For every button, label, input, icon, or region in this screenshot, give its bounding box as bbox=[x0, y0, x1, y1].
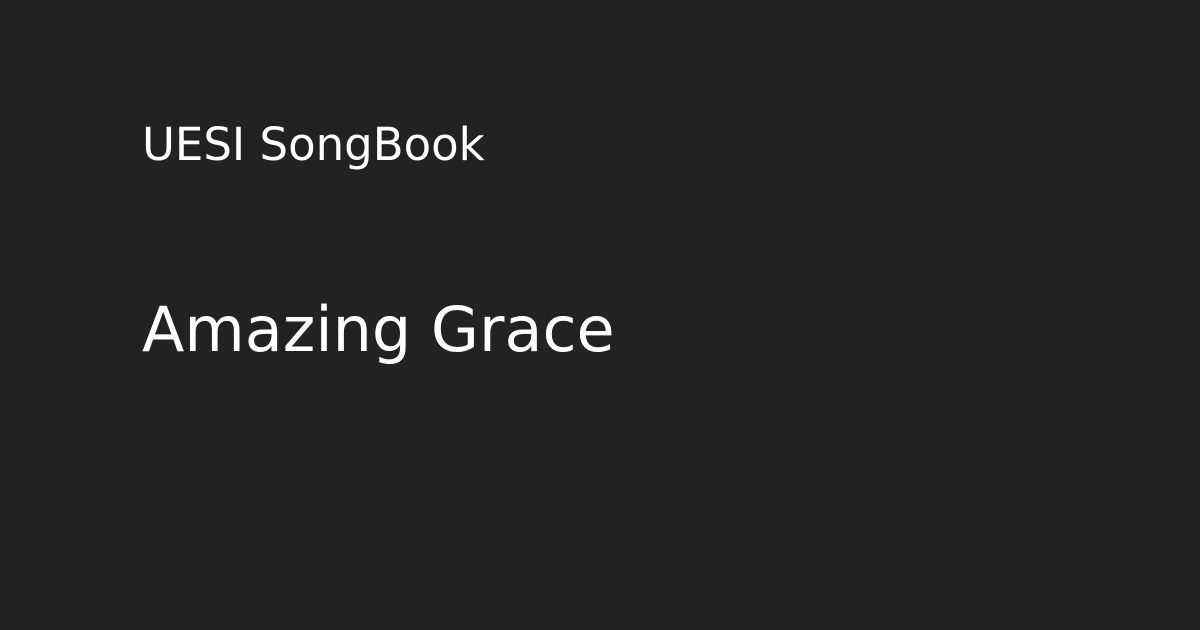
site-name: UESI SongBook bbox=[142, 118, 485, 171]
share-card: UESI SongBook Amazing Grace bbox=[0, 0, 1200, 630]
song-title: Amazing Grace bbox=[142, 293, 615, 366]
